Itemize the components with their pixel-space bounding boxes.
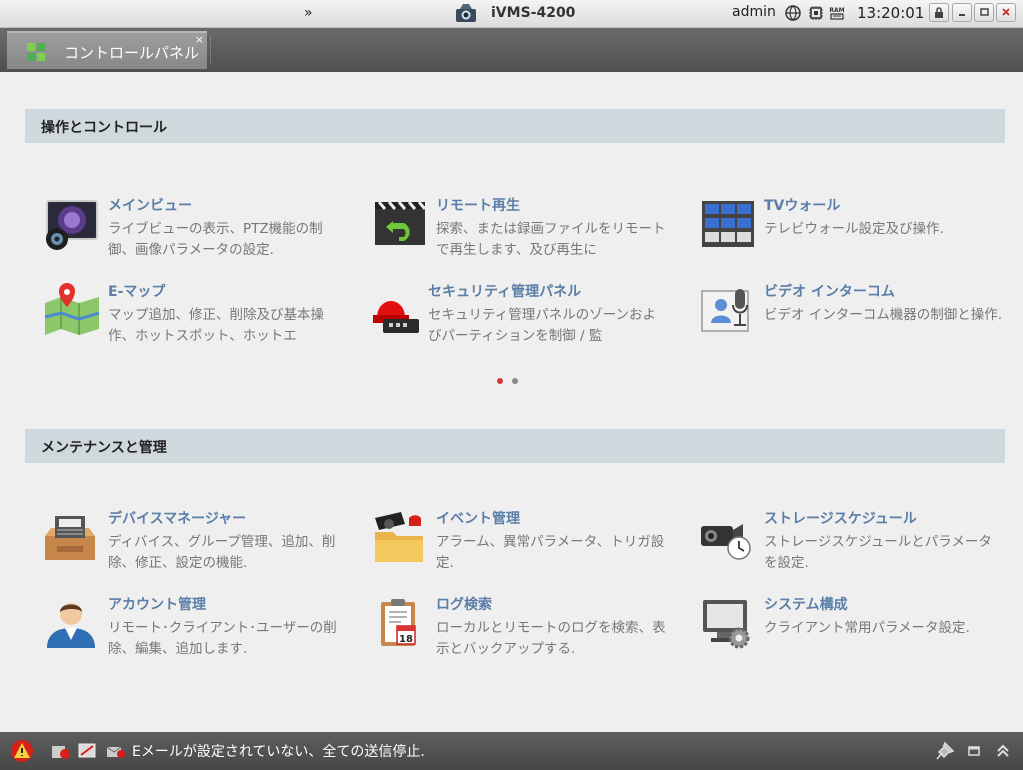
menu-item-remote-playback[interactable]: リモート再生 探索、または録画ファイルをリモートで再生します、及び再生に xyxy=(371,197,671,267)
menu-item-storage-schedule[interactable]: ストレージスケジュール ストレージスケジュールとパラメータを設定. xyxy=(699,510,999,580)
main-view-icon xyxy=(46,200,98,250)
item-title: ログ検索 xyxy=(436,597,492,613)
item-title: アカウント管理 xyxy=(108,597,206,613)
item-description: セキュリティ管理パネルのゾーンおよびパーティションを制御 / 監 xyxy=(428,307,657,344)
item-title: イベント管理 xyxy=(436,511,520,527)
page-dot-1[interactable] xyxy=(497,378,503,384)
device-alert-icon[interactable] xyxy=(49,739,73,763)
item-description: マップ追加、修正、削除及び基本操作、ホットスポット、ホットエ xyxy=(108,307,324,344)
section-title: メンテナンスと管理 xyxy=(41,440,167,456)
menu-item-account-management[interactable]: アカウント管理 リモート･クライアント･ユーザーの削除、編集、追加します. xyxy=(43,596,343,666)
email-alert-icon[interactable] xyxy=(104,739,128,763)
menu-item-e-map[interactable]: E-マップ マップ追加、修正、削除及び基本操作、ホットスポット、ホットエ xyxy=(43,283,343,353)
alarm-warning-icon[interactable] xyxy=(10,739,34,763)
item-title: E-マップ xyxy=(108,284,166,300)
device-manager-icon xyxy=(45,516,95,560)
maximize-button[interactable] xyxy=(974,3,994,22)
item-title: デバイスマネージャー xyxy=(108,511,247,527)
menu-item-main-view[interactable]: メインビュー ライブビューの表示、PTZ機能の制御、画像パラメータの設定. xyxy=(43,197,343,267)
status-message: Eメールが設定されていない、全ての送信停止. xyxy=(132,744,425,760)
menu-item-device-manager[interactable]: デバイスマネージャー ディバイス、グループ管理、追加、削除、修正、設定の機能. xyxy=(43,510,343,580)
tab-control-panel[interactable]: コントロールパネル × xyxy=(7,31,207,69)
section-header-maintenance: メンテナンスと管理 xyxy=(25,429,1005,463)
menu-item-system-config[interactable]: システム構成 クライアント常用パラメータ設定. xyxy=(699,596,999,666)
section-title: 操作とコントロール xyxy=(41,120,167,136)
item-title: セキュリティ管理パネル xyxy=(428,284,582,300)
video-alert-icon[interactable] xyxy=(76,739,100,763)
menu-item-security-panel[interactable]: セキュリティ管理パネル セキュリティ管理パネルのゾーンおよびパーティションを制御… xyxy=(371,283,671,353)
app-logo-icon xyxy=(456,4,476,22)
item-description: ビデオ インターコム機器の制御と操作. xyxy=(764,307,1003,323)
svg-text:RAM: RAM xyxy=(829,7,844,14)
menu-item-log-search[interactable]: 18 ログ検索 ローカルとリモートのログを検索、表示とバックアップする. xyxy=(371,596,671,666)
account-management-icon xyxy=(47,603,95,648)
item-description: クライアント常用パラメータ設定. xyxy=(764,620,970,636)
item-description: テレビウォール設定及び操作. xyxy=(764,221,944,237)
menu-item-event-management[interactable]: イベント管理 アラーム、異常パラメータ、トリガ設定. xyxy=(371,510,671,580)
remote-playback-icon xyxy=(375,201,427,245)
expand-menu-icon[interactable]: » xyxy=(304,5,313,21)
item-title: TVウォール xyxy=(764,198,841,214)
close-button[interactable] xyxy=(996,3,1016,22)
window-titlebar: » iVMS-4200 admin RAM 13:20:01 xyxy=(0,0,1023,28)
item-description: ライブビューの表示、PTZ機能の制御、画像パラメータの設定. xyxy=(108,221,323,258)
current-user[interactable]: admin xyxy=(732,4,776,20)
window-icon[interactable] xyxy=(962,739,986,763)
item-description: アラーム、異常パラメータ、トリガ設定. xyxy=(436,534,665,571)
item-description: ローカルとリモートのログを検索、表示とバックアップする. xyxy=(436,620,666,657)
item-title: メインビュー xyxy=(108,198,192,214)
security-panel-icon xyxy=(373,301,419,333)
minimize-icon xyxy=(959,14,965,16)
ram-icon: RAM xyxy=(829,7,845,20)
cpu-icon xyxy=(809,6,823,20)
item-title: リモート再生 xyxy=(436,198,520,214)
tab-close-icon[interactable]: × xyxy=(195,33,204,46)
item-description: ストレージスケジュールとパラメータを設定. xyxy=(764,534,992,571)
tab-bar: コントロールパネル × xyxy=(0,28,1023,72)
minimize-button[interactable] xyxy=(952,3,972,22)
maximize-icon xyxy=(980,8,989,16)
menu-item-video-intercom[interactable]: ビデオ インターコム ビデオ インターコム機器の制御と操作. xyxy=(699,283,1002,353)
lock-button[interactable] xyxy=(929,3,949,22)
item-description: 探索、または録画ファイルをリモートで再生します、及び再生に xyxy=(436,221,666,258)
tab-separator xyxy=(210,36,212,64)
globe-icon[interactable] xyxy=(785,5,801,21)
tab-label: コントロールパネル xyxy=(64,44,200,62)
item-description: ディバイス、グループ管理、追加、削除、修正、設定の機能. xyxy=(108,534,336,571)
menu-item-tv-wall[interactable]: TVウォール テレビウォール設定及び操作. xyxy=(699,197,999,267)
item-description: リモート･クライアント･ユーザーの削除、編集、追加します. xyxy=(108,620,337,657)
lock-icon xyxy=(935,7,943,18)
page-dot-2[interactable] xyxy=(512,378,518,384)
control-panel-icon xyxy=(27,43,45,61)
tv-wall-icon xyxy=(702,201,754,247)
clock: 13:20:01 xyxy=(857,4,925,22)
close-icon xyxy=(1002,8,1010,16)
status-bar: Eメールが設定されていない、全ての送信停止. xyxy=(0,732,1023,770)
svg-text:18: 18 xyxy=(399,634,413,645)
item-title: ビデオ インターコム xyxy=(764,284,895,300)
video-intercom-icon xyxy=(701,289,749,332)
item-title: システム構成 xyxy=(764,597,848,613)
page-indicator xyxy=(497,369,527,388)
control-panel-content: 操作とコントロール メインビュー ライブビューの表示、PTZ機能の制御、画像パラ… xyxy=(0,72,1023,732)
pin-icon[interactable] xyxy=(933,739,957,763)
event-management-icon xyxy=(375,512,423,562)
section-header-operation: 操作とコントロール xyxy=(25,109,1005,143)
storage-schedule-icon xyxy=(701,524,751,560)
system-config-icon xyxy=(703,600,750,649)
app-title: iVMS-4200 xyxy=(491,5,576,21)
log-search-icon: 18 xyxy=(381,599,416,646)
e-map-icon xyxy=(44,283,100,335)
collapse-up-icon[interactable] xyxy=(991,739,1015,763)
item-title: ストレージスケジュール xyxy=(764,511,917,527)
